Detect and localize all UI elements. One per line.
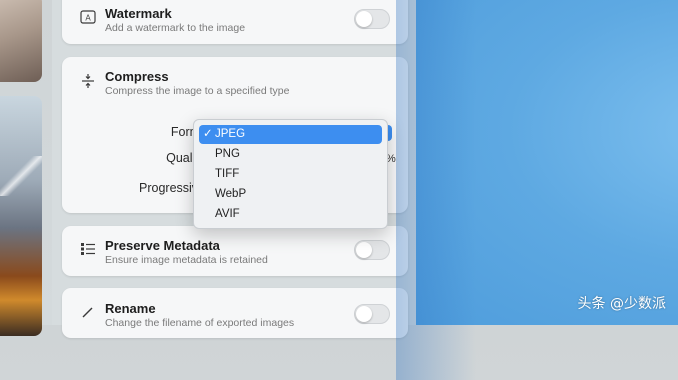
watermark-subtitle: Add a watermark to the image <box>105 22 246 34</box>
progressive-label: Progressive <box>139 181 205 195</box>
rename-toggle[interactable] <box>354 304 390 324</box>
watermark-overlay-text: 头条 @少数派 <box>577 296 666 312</box>
compress-icon <box>80 73 96 89</box>
desktop-wallpaper: 头条 @少数派 <box>396 0 678 380</box>
preserve-metadata-title: Preserve Metadata <box>105 238 220 253</box>
format-option-webp[interactable]: WebP <box>199 185 382 204</box>
rename-subtitle: Change the filename of exported images <box>105 317 295 329</box>
list-icon <box>80 243 96 259</box>
preserve-metadata-toggle[interactable] <box>354 240 390 260</box>
pencil-icon <box>80 306 96 322</box>
svg-text:A: A <box>85 14 91 23</box>
checkmark-icon: ✓ <box>203 128 213 140</box>
thumbnail-image-1[interactable] <box>0 0 42 82</box>
rename-card: Rename Change the filename of exported i… <box>62 288 408 338</box>
format-option-tiff[interactable]: TIFF <box>199 165 382 184</box>
thumbnail-image-2[interactable] <box>0 96 42 336</box>
format-option-avif[interactable]: AVIF <box>199 205 382 224</box>
watermark-title: Watermark <box>105 6 172 21</box>
quality-label: Quality <box>166 151 205 165</box>
watermark-toggle[interactable] <box>354 9 390 29</box>
format-option-png[interactable]: PNG <box>199 145 382 164</box>
watermark-card: A Watermark Add a watermark to the image <box>62 0 408 44</box>
preserve-metadata-subtitle: Ensure image metadata is retained <box>105 254 268 266</box>
format-option-jpeg[interactable]: ✓ JPEG <box>199 125 382 144</box>
preserve-metadata-card: Preserve Metadata Ensure image metadata … <box>62 226 408 276</box>
compress-title: Compress <box>105 69 169 84</box>
rename-title: Rename <box>105 301 156 316</box>
format-dropdown-menu: ✓ JPEG PNG TIFF WebP AVIF <box>193 119 388 229</box>
watermark-icon: A <box>80 10 96 26</box>
compress-subtitle: Compress the image to a specified type <box>105 85 290 97</box>
format-label: Forma <box>170 125 207 139</box>
